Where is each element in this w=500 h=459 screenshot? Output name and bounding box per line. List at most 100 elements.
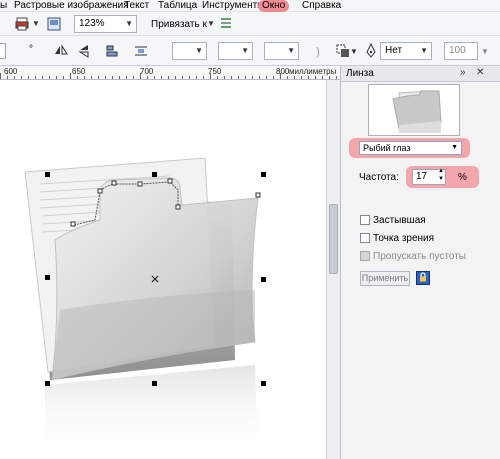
ruler-tick <box>42 76 43 79</box>
lens-type-select[interactable]: Рыбий глаз ▼ <box>359 141 462 155</box>
wrap-text-icon[interactable] <box>134 44 148 62</box>
ruler-tick <box>126 76 127 79</box>
ruler-tick <box>70 73 71 79</box>
chevron-down-icon[interactable]: ▼ <box>207 17 215 31</box>
options-icon[interactable] <box>219 16 233 34</box>
ruler-tick <box>294 76 295 79</box>
ruler-tick <box>182 76 183 79</box>
viewpoint-checkbox[interactable] <box>360 233 370 243</box>
chevron-down-icon: ▼ <box>195 46 203 55</box>
ruler-tick <box>336 76 337 79</box>
ruler-tick <box>287 76 288 79</box>
ruler-tick <box>189 76 190 79</box>
mirror-vertical-icon[interactable] <box>78 44 92 62</box>
ruler-tick <box>35 76 36 79</box>
frozen-checkbox[interactable] <box>360 215 370 225</box>
ruler-tick <box>0 73 1 79</box>
mirror-horizontal-icon[interactable] <box>54 44 68 62</box>
menu-text[interactable]: Текст <box>124 0 149 12</box>
ruler-tick <box>119 76 120 79</box>
lock-icon[interactable] <box>416 271 430 285</box>
ruler-tick <box>273 76 274 79</box>
remove-face-label: Пропускать пустоты <box>373 251 466 262</box>
outline-width-field[interactable]: 0 <box>0 43 6 59</box>
spin-down-icon[interactable]: ▼ <box>438 176 444 183</box>
close-icon[interactable]: ✕ <box>476 67 484 78</box>
frequency-value: 17 <box>416 171 428 182</box>
end-arrow-combo[interactable]: ▼ <box>264 42 299 60</box>
spin-up-icon[interactable]: ▲ <box>438 168 444 175</box>
menu-table[interactable]: Таблица <box>158 0 197 12</box>
ruler-unit: миллиметры <box>289 67 337 76</box>
scrollbar-thumb[interactable] <box>329 204 338 274</box>
double-chevron-right-icon[interactable]: » <box>460 67 466 78</box>
remove-face-checkbox[interactable] <box>360 251 370 261</box>
docker-header: Линза » ✕ <box>341 66 500 82</box>
zoom-value: 123% <box>79 18 105 29</box>
frequency-spinner[interactable]: 17 ▲ ▼ <box>412 168 446 185</box>
ruler-tick <box>308 76 309 79</box>
apply-button[interactable]: Применить <box>360 271 410 286</box>
ruler-tick <box>84 76 85 79</box>
preview-thumbnail <box>392 90 442 133</box>
ruler-tick <box>259 76 260 79</box>
ruler-tick <box>266 76 267 79</box>
ruler-tick <box>14 76 15 79</box>
to-front-icon[interactable] <box>335 44 351 62</box>
align-icon[interactable] <box>106 44 120 62</box>
ruler-tick <box>329 76 330 79</box>
ruler-tick <box>203 76 204 79</box>
ruler-tick <box>140 73 141 79</box>
menu-tools[interactable]: Инструменты <box>202 0 264 12</box>
lens-preview <box>368 84 460 136</box>
ruler-tick <box>322 76 323 79</box>
chevron-down-icon[interactable]: ▼ <box>350 45 358 59</box>
chevron-down-icon[interactable]: ▼ <box>32 17 40 31</box>
transparency-field[interactable]: 100 <box>444 42 478 60</box>
print-icon[interactable] <box>14 17 30 35</box>
ruler-tick <box>168 76 169 79</box>
vertical-scrollbar[interactable] <box>326 80 340 459</box>
chevron-down-icon: ▼ <box>241 46 249 55</box>
ruler-tick <box>238 76 239 79</box>
frequency-unit: % <box>458 172 467 183</box>
outline-color-combo[interactable]: Нет ▼ <box>380 42 432 60</box>
ruler-tick <box>63 76 64 79</box>
ruler-tick <box>301 76 302 79</box>
property-bar: 0 ° ▼ ▼ ▼ ) ▼ Нет ▼ 100 ▼ <box>0 36 500 66</box>
ruler-tick <box>28 76 29 79</box>
menu-window[interactable]: Окно <box>258 0 290 12</box>
ruler-label: 800 <box>276 67 290 76</box>
ruler-tick <box>210 73 211 79</box>
frequency-label: Частота: <box>359 172 399 183</box>
ruler-tick <box>7 76 8 79</box>
menu-view[interactable]: ы <box>0 0 7 12</box>
menu-help[interactable]: Справка <box>302 0 341 12</box>
chevron-down-icon[interactable]: ▼ <box>481 45 489 59</box>
app-launcher-icon[interactable] <box>46 17 62 35</box>
ruler-tick <box>245 76 246 79</box>
ruler-tick <box>133 76 134 79</box>
viewpoint-label: Точка зрения <box>373 233 435 244</box>
chevron-down-icon: ▼ <box>125 19 133 28</box>
chevron-down-icon: ▼ <box>451 144 458 151</box>
ruler-tick <box>217 76 218 79</box>
menu-bar: ы Растровые изображения Текст Таблица Ин… <box>0 0 500 12</box>
menu-bitmaps[interactable]: Растровые изображения <box>14 0 129 12</box>
folder-image[interactable] <box>0 80 326 459</box>
outline-style-combo[interactable]: ▼ <box>172 42 207 60</box>
folder-reflection <box>45 365 258 459</box>
drawing-canvas[interactable] <box>0 80 326 459</box>
ruler-label: 650 <box>72 67 86 76</box>
snap-to-label[interactable]: Привязать к <box>151 19 207 30</box>
ruler-tick <box>252 76 253 79</box>
standard-toolbar: ▼ 123% ▼ Привязать к ▼ <box>0 12 500 36</box>
start-arrow-combo[interactable]: ▼ <box>218 42 253 60</box>
ruler-tick <box>112 76 113 79</box>
ruler-tick <box>280 73 281 79</box>
frozen-label: Застывшая <box>373 215 426 226</box>
pen-icon[interactable] <box>364 42 378 63</box>
transparency-value: 100 <box>449 45 466 56</box>
curve-icon[interactable]: ) <box>314 45 322 59</box>
zoom-combo[interactable]: 123% ▼ <box>74 15 137 33</box>
